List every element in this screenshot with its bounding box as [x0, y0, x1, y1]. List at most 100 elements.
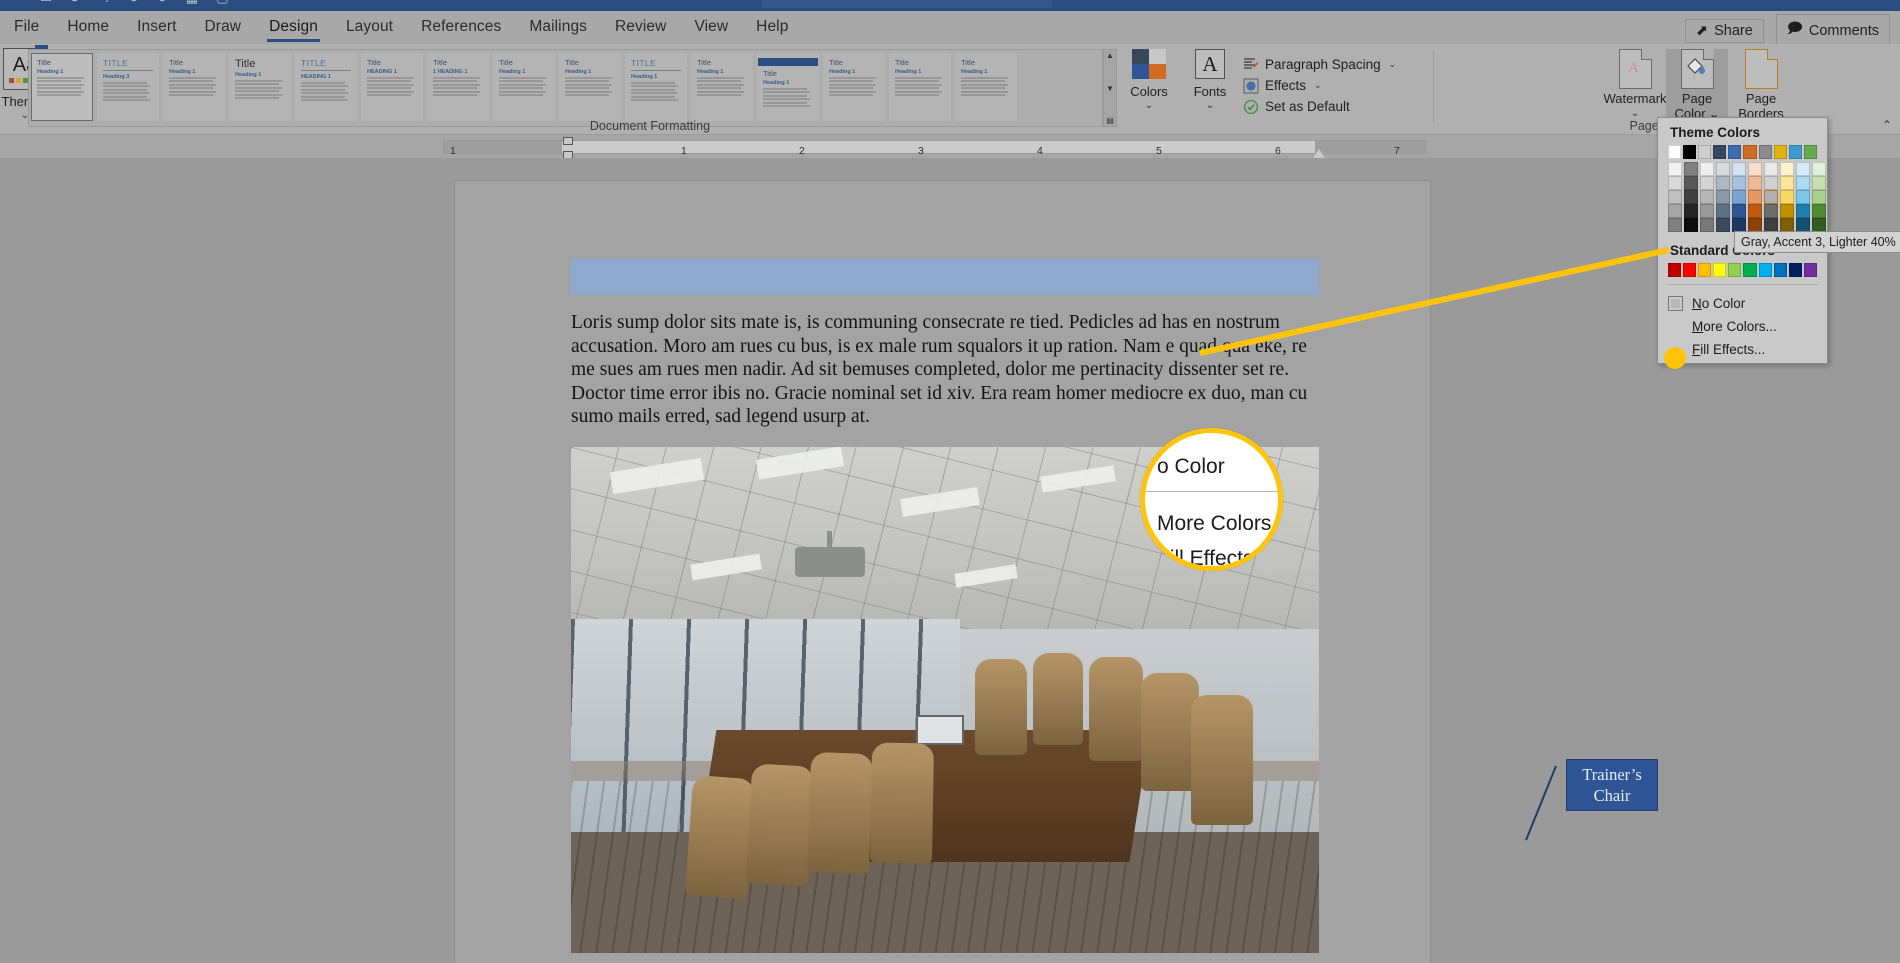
theme-color-swatch[interactable]	[1748, 204, 1762, 218]
theme-color-swatch[interactable]	[1743, 145, 1756, 159]
theme-color-swatch[interactable]	[1684, 162, 1698, 176]
quick-access-toolbar[interactable]: ▭ ⟳ ↰ ↻ ↺ ▦ ▢	[40, 0, 229, 10]
tab-file[interactable]: File	[0, 13, 53, 43]
theme-color-column[interactable]	[1700, 162, 1714, 232]
effects-button[interactable]: Effects ⌄	[1243, 75, 1413, 96]
theme-color-swatch[interactable]	[1728, 145, 1741, 159]
theme-color-column[interactable]	[1716, 162, 1730, 232]
chevron-down-icon[interactable]: ⌄	[1206, 100, 1214, 111]
theme-color-swatch[interactable]	[1812, 218, 1826, 232]
theme-color-column[interactable]	[1780, 162, 1794, 232]
undo-icon[interactable]: ↰	[99, 0, 110, 6]
theme-color-swatch[interactable]	[1804, 145, 1817, 159]
trainers-chair-callout[interactable]: Trainer’s Chair	[1566, 759, 1658, 811]
theme-color-swatch[interactable]	[1732, 162, 1746, 176]
share-button[interactable]: ⬈ Share	[1685, 19, 1764, 43]
gallery-scroll-up-icon[interactable]: ▲	[1106, 51, 1114, 60]
theme-color-swatch[interactable]	[1668, 190, 1682, 204]
window-icon[interactable]: ▢	[216, 0, 228, 6]
standard-color-swatch[interactable]	[1728, 263, 1741, 277]
style-set-item[interactable]: Title1 HEADING 1	[427, 53, 489, 121]
theme-color-swatch[interactable]	[1780, 190, 1794, 204]
style-set-item[interactable]: TitleHeading 1	[757, 53, 819, 121]
theme-color-column[interactable]	[1684, 162, 1698, 232]
theme-color-swatch[interactable]	[1759, 145, 1772, 159]
standard-color-swatch[interactable]	[1804, 263, 1817, 277]
theme-color-swatch[interactable]	[1683, 145, 1696, 159]
theme-color-column[interactable]	[1796, 162, 1810, 232]
theme-color-swatch[interactable]	[1684, 176, 1698, 190]
theme-color-column[interactable]	[1668, 162, 1682, 232]
gallery-scrollbar[interactable]: ▲ ▼ ▤	[1103, 49, 1117, 127]
theme-color-column[interactable]	[1764, 162, 1778, 232]
chevron-down-icon[interactable]: ⌄	[1145, 100, 1153, 111]
theme-color-swatch[interactable]	[1796, 176, 1810, 190]
document-canvas[interactable]: Loris sump dolor sits mate is, is commun…	[0, 158, 1900, 963]
right-indent-marker[interactable]	[1313, 149, 1325, 158]
style-set-item[interactable]: TitleHeading 1	[229, 53, 291, 121]
chevron-down-icon[interactable]: ⌄	[1314, 80, 1322, 91]
tab-mailings[interactable]: Mailings	[515, 13, 601, 43]
theme-color-swatch[interactable]	[1796, 204, 1810, 218]
theme-color-swatch[interactable]	[1789, 145, 1802, 159]
theme-color-swatch[interactable]	[1700, 162, 1714, 176]
style-set-gallery[interactable]: TitleHeading 1 TITLEHeading 3 TitleHeading…	[28, 49, 1103, 127]
theme-color-swatch[interactable]	[1780, 204, 1794, 218]
style-set-item[interactable]: TitleHeading 1	[955, 53, 1017, 121]
repeat-icon[interactable]: ↺	[157, 0, 168, 6]
theme-color-swatch[interactable]	[1713, 145, 1726, 159]
set-as-default-button[interactable]: Set as Default	[1243, 96, 1413, 117]
theme-color-swatch[interactable]	[1732, 204, 1746, 218]
paragraph-spacing-button[interactable]: Paragraph Spacing ⌄	[1243, 54, 1413, 75]
standard-color-swatch[interactable]	[1789, 263, 1802, 277]
theme-color-swatch[interactable]	[1748, 218, 1762, 232]
comments-button[interactable]: 🗩 Comments	[1776, 14, 1890, 47]
theme-color-swatch[interactable]	[1716, 204, 1730, 218]
style-set-item[interactable]: TITLEHeading 1	[625, 53, 687, 121]
theme-color-swatch[interactable]	[1716, 176, 1730, 190]
redo-icon[interactable]: ↻	[128, 0, 139, 6]
standard-color-swatch[interactable]	[1774, 263, 1787, 277]
theme-color-swatch[interactable]	[1796, 190, 1810, 204]
theme-color-swatch[interactable]	[1796, 218, 1810, 232]
theme-color-swatch[interactable]	[1668, 145, 1681, 159]
style-set-item[interactable]: TitleHeading 1	[493, 53, 555, 121]
theme-color-swatch[interactable]	[1812, 176, 1826, 190]
theme-color-swatch[interactable]	[1684, 218, 1698, 232]
theme-color-swatch[interactable]	[1700, 190, 1714, 204]
theme-color-column[interactable]	[1732, 162, 1746, 232]
theme-color-swatch[interactable]	[1764, 162, 1778, 176]
autosave-icon[interactable]: ⟳	[70, 0, 81, 6]
style-set-item[interactable]: TITLEHeading 3	[97, 53, 159, 121]
standard-color-swatch[interactable]	[1698, 263, 1711, 277]
theme-color-swatch[interactable]	[1732, 190, 1746, 204]
menu-item-no-color[interactable]: No Color	[1658, 292, 1827, 315]
menu-item-more-colors[interactable]: More Colors...	[1658, 315, 1827, 338]
theme-color-swatch[interactable]	[1748, 176, 1762, 190]
tab-view[interactable]: View	[680, 13, 742, 43]
theme-color-swatch[interactable]	[1764, 204, 1778, 218]
chevron-down-icon[interactable]: ⌄	[1631, 108, 1639, 120]
collapse-ribbon-icon[interactable]: ⌃	[1882, 118, 1892, 132]
theme-color-column[interactable]	[1812, 162, 1826, 232]
theme-color-swatch[interactable]	[1748, 190, 1762, 204]
tab-help[interactable]: Help	[742, 13, 802, 43]
standard-color-swatch[interactable]	[1713, 263, 1726, 277]
theme-color-swatch[interactable]	[1668, 176, 1682, 190]
tab-layout[interactable]: Layout	[332, 13, 407, 43]
theme-color-swatch-highlighted[interactable]	[1764, 190, 1778, 204]
theme-color-swatch[interactable]	[1780, 218, 1794, 232]
chevron-down-icon[interactable]: ⌄	[1389, 59, 1397, 70]
tab-insert[interactable]: Insert	[123, 13, 190, 43]
standard-color-swatch[interactable]	[1668, 263, 1681, 277]
theme-color-swatch[interactable]	[1700, 176, 1714, 190]
first-line-indent-marker[interactable]	[563, 137, 573, 145]
tab-references[interactable]: References	[407, 13, 515, 43]
style-set-item[interactable]: TitleHeading 1	[823, 53, 885, 121]
theme-color-swatch[interactable]	[1700, 204, 1714, 218]
theme-colors-button[interactable]: Colors ⌄	[1121, 49, 1177, 127]
account-chip[interactable]	[762, 0, 1052, 8]
theme-color-swatch[interactable]	[1668, 218, 1682, 232]
style-set-item[interactable]: TitleHEADING 1	[361, 53, 423, 121]
style-set-item[interactable]: TITLEHEADING 1	[295, 53, 357, 121]
